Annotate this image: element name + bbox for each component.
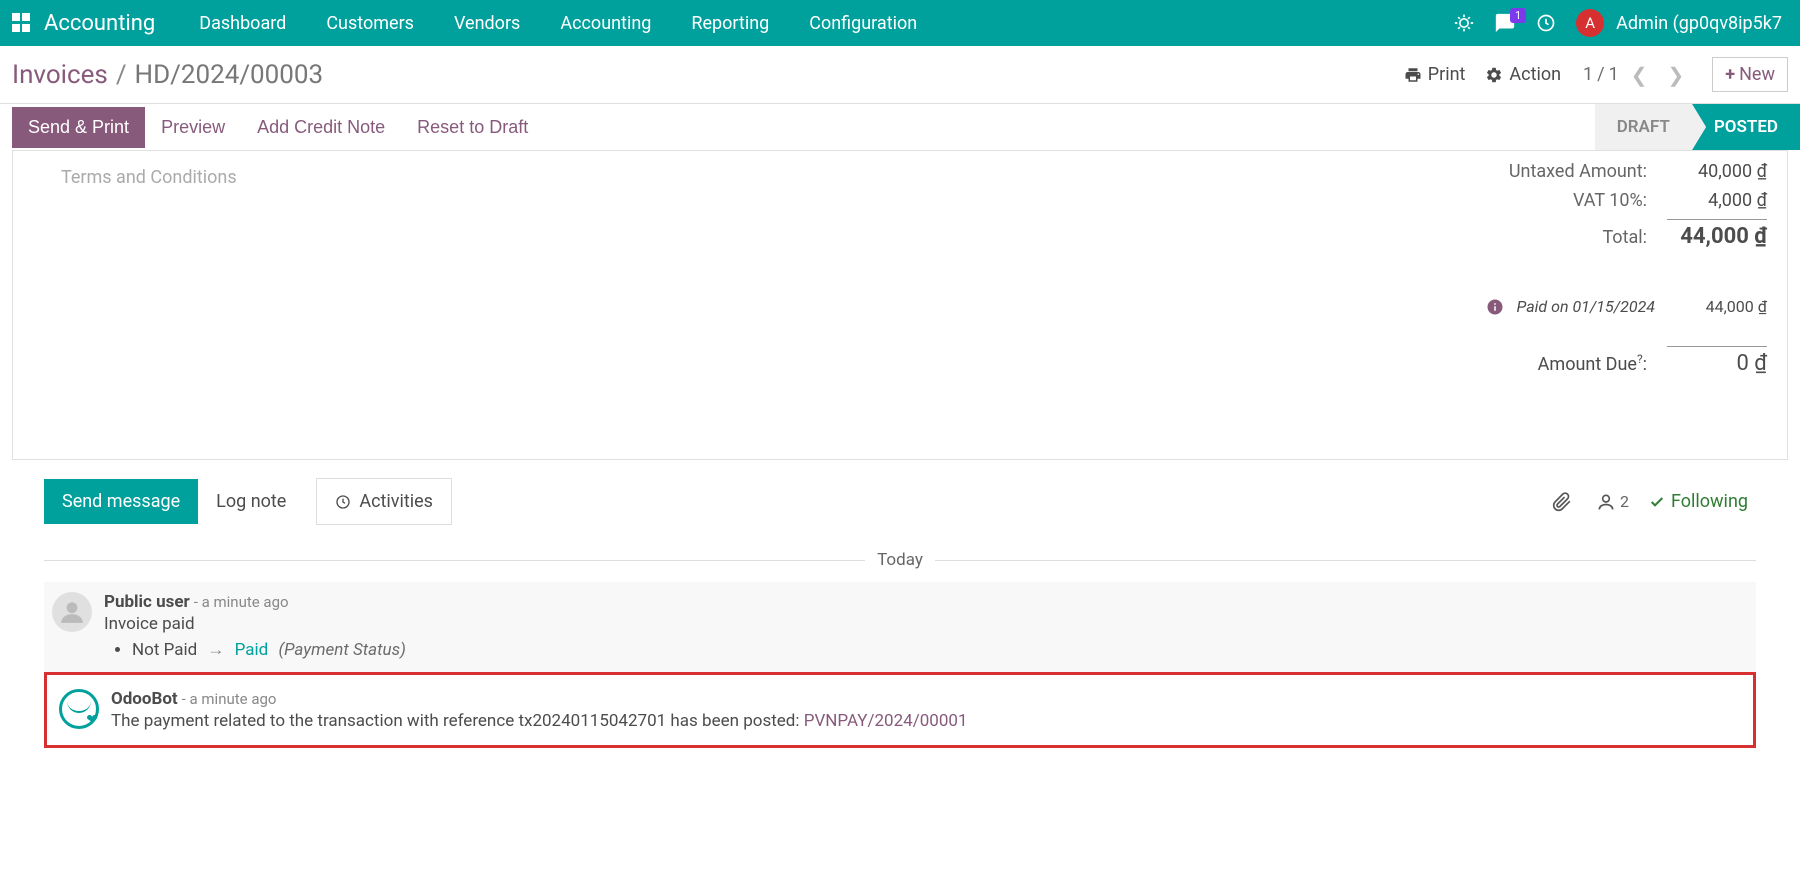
- avatar-placeholder: [52, 592, 92, 632]
- menu-reporting[interactable]: Reporting: [671, 13, 789, 34]
- user-menu[interactable]: A Admin (gp0qv8ip5k7: [1566, 9, 1792, 37]
- reset-to-draft-button[interactable]: Reset to Draft: [401, 107, 544, 148]
- message-public-user: Public user - a minute ago Invoice paid …: [44, 582, 1756, 672]
- vat-label: VAT 10%:: [1573, 190, 1647, 211]
- paid-row[interactable]: Paid on 01/15/2024 44,000 ₫: [1387, 297, 1767, 316]
- add-credit-note-button[interactable]: Add Credit Note: [241, 107, 401, 148]
- menu-dashboard[interactable]: Dashboard: [179, 13, 306, 34]
- action-button[interactable]: Action: [1475, 60, 1571, 89]
- preview-button[interactable]: Preview: [145, 107, 241, 148]
- activities-icon[interactable]: [1526, 13, 1566, 33]
- check-icon: [1649, 494, 1665, 510]
- breadcrumb-sep: /: [108, 60, 135, 90]
- amount-due-value: 0 ₫: [1667, 346, 1767, 376]
- totals-block: Untaxed Amount: 40,000 ₫ VAT 10%: 4,000 …: [1387, 157, 1767, 376]
- user-name: Admin (gp0qv8ip5k7: [1616, 13, 1782, 34]
- menu-accounting[interactable]: Accounting: [540, 13, 671, 34]
- pager-total: 1: [1609, 64, 1619, 85]
- message-change: Not Paid → Paid (Payment Status): [132, 640, 1748, 660]
- followers-count: 2: [1620, 492, 1629, 511]
- untaxed-amount-value: 40,000 ₫: [1667, 161, 1767, 182]
- today-divider: Today: [44, 550, 1756, 570]
- message-time: - a minute ago: [194, 593, 289, 611]
- message-body: The payment related to the transaction w…: [111, 711, 1741, 731]
- attach-button[interactable]: [1540, 484, 1584, 520]
- new-button[interactable]: + New: [1712, 57, 1788, 92]
- chatter-tabs: Send message Log note Activities 2 Follo…: [44, 478, 1756, 526]
- send-print-button[interactable]: Send & Print: [12, 107, 145, 148]
- pager-prev[interactable]: ❮: [1623, 59, 1656, 91]
- status-steps: DRAFT POSTED: [1595, 104, 1800, 150]
- log-note-tab[interactable]: Log note: [198, 479, 304, 524]
- payment-link[interactable]: PVNPAY/2024/00001: [804, 711, 968, 731]
- user-avatar: A: [1576, 9, 1604, 37]
- pager: 1 / 1 ❮ ❯: [1583, 59, 1692, 91]
- apps-icon[interactable]: [8, 9, 36, 37]
- paid-value: 44,000 ₫: [1667, 297, 1767, 316]
- menu-vendors[interactable]: Vendors: [434, 13, 540, 34]
- pager-next[interactable]: ❯: [1660, 59, 1693, 91]
- message-author: OdooBot: [111, 689, 178, 709]
- info-icon: [1486, 298, 1504, 316]
- status-posted[interactable]: POSTED: [1692, 104, 1800, 150]
- activities-tab[interactable]: Activities: [316, 478, 452, 525]
- form-body: Terms and Conditions Untaxed Amount: 40,…: [12, 150, 1788, 460]
- messages-badge: 1: [1510, 8, 1526, 23]
- message-author: Public user: [104, 592, 190, 612]
- message-time: - a minute ago: [182, 690, 277, 708]
- send-message-tab[interactable]: Send message: [44, 479, 198, 524]
- paperclip-icon: [1552, 492, 1572, 512]
- printer-icon: [1404, 66, 1422, 84]
- breadcrumb-root[interactable]: Invoices: [12, 60, 108, 90]
- highlighted-message: ❤ OdooBot - a minute ago The payment rel…: [44, 672, 1756, 748]
- control-panel: Invoices / HD/2024/00003 Print Action 1 …: [0, 46, 1800, 104]
- print-button[interactable]: Print: [1394, 60, 1476, 89]
- brand-title[interactable]: Accounting: [44, 11, 155, 36]
- breadcrumb-current: HD/2024/00003: [135, 60, 324, 90]
- statusbar: Send & Print Preview Add Credit Note Res…: [0, 104, 1800, 150]
- menu-customers[interactable]: Customers: [306, 13, 434, 34]
- odoobot-avatar: ❤: [59, 689, 99, 729]
- message-odoobot: ❤ OdooBot - a minute ago The payment rel…: [51, 679, 1749, 741]
- clock-icon: [335, 494, 351, 510]
- following-button[interactable]: Following: [1641, 483, 1756, 520]
- chatter: Send message Log note Activities 2 Follo…: [0, 478, 1800, 748]
- message-body: Invoice paid: [104, 614, 1748, 634]
- vat-value: 4,000 ₫: [1667, 190, 1767, 211]
- untaxed-amount-label: Untaxed Amount:: [1509, 161, 1647, 182]
- total-value: 44,000 ₫: [1667, 219, 1767, 249]
- followers-button[interactable]: 2: [1584, 484, 1641, 520]
- plus-icon: +: [1725, 64, 1735, 85]
- debug-icon[interactable]: [1444, 13, 1484, 33]
- gear-icon: [1485, 66, 1503, 84]
- status-draft[interactable]: DRAFT: [1595, 104, 1692, 150]
- paid-on-label: Paid on 01/15/2024: [1516, 297, 1655, 316]
- user-icon: [1596, 492, 1616, 512]
- menu-configuration[interactable]: Configuration: [789, 13, 937, 34]
- amount-due-label: Amount Due?:: [1538, 352, 1647, 375]
- messages-icon[interactable]: 1: [1484, 12, 1526, 34]
- top-nav: Accounting Dashboard Customers Vendors A…: [0, 0, 1800, 46]
- pager-current: 1: [1583, 64, 1593, 85]
- total-label: Total:: [1602, 227, 1647, 248]
